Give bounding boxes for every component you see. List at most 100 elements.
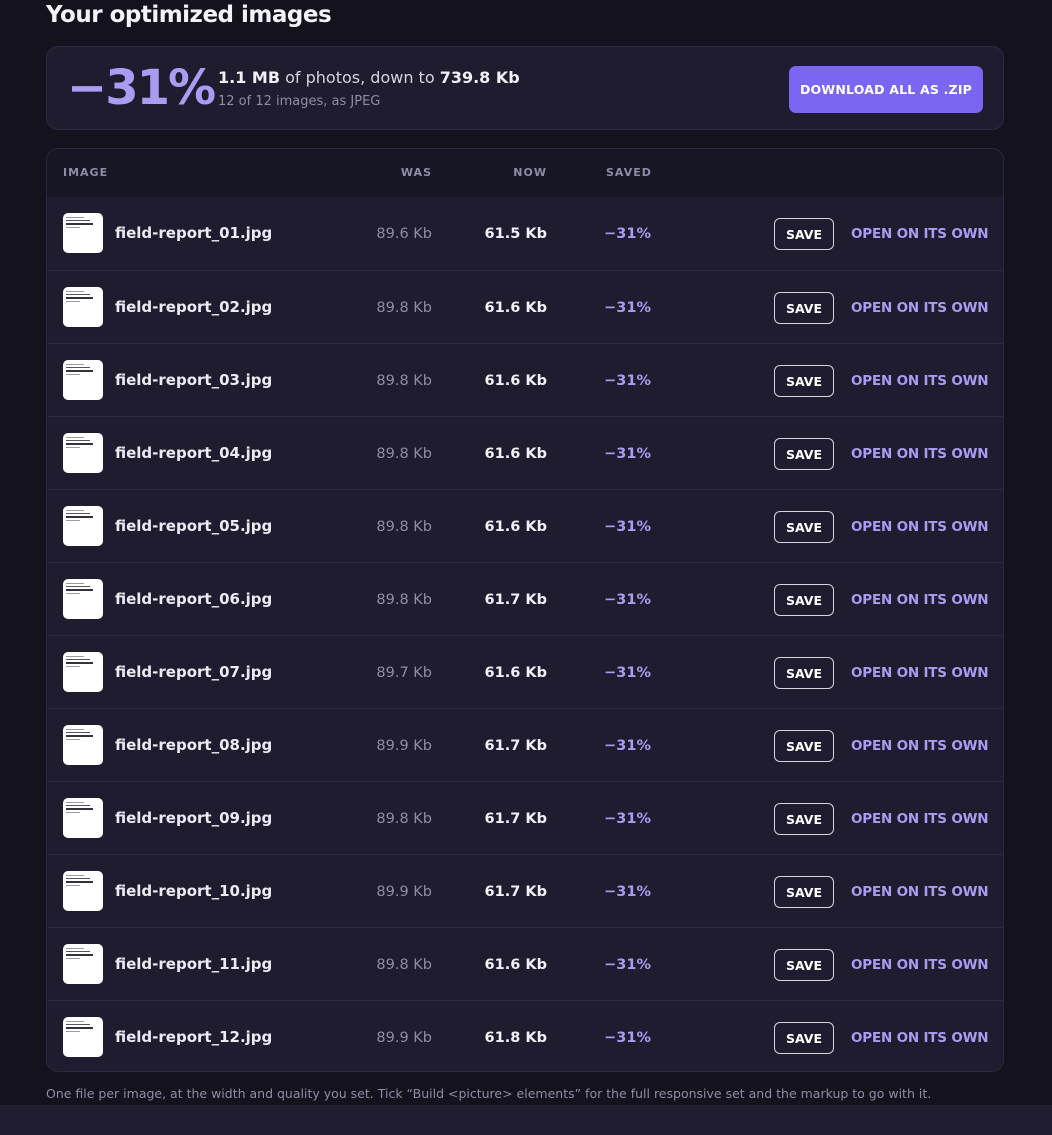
save-button[interactable]: SAVE (774, 438, 834, 470)
column-header-saved: SAVED (606, 166, 652, 179)
saved-percent-cell: −31% (604, 446, 651, 462)
table-row: field-report_11.jpg 89.8 Kb 61.6 Kb −31% SAV… (47, 927, 1003, 1000)
original-size-cell: 89.8 Kb (376, 811, 432, 827)
file-name: field-report_05.jpg (115, 517, 273, 535)
open-on-its-own-link[interactable]: OPEN ON ITS OWN (851, 883, 989, 901)
original-size: 1.1 MB (218, 68, 281, 87)
file-name: field-report_08.jpg (115, 736, 273, 754)
file-name: field-report_11.jpg (115, 955, 273, 973)
image-thumbnail-icon (63, 725, 103, 765)
original-size-cell: 89.7 Kb (376, 665, 432, 681)
original-size-cell: 89.9 Kb (376, 1030, 432, 1046)
original-size-cell: 89.9 Kb (376, 884, 432, 900)
table-row: field-report_07.jpg 89.7 Kb 61.6 Kb −31% SAV… (47, 635, 1003, 708)
open-on-its-own-link[interactable]: OPEN ON ITS OWN (851, 591, 989, 609)
save-button[interactable]: SAVE (774, 730, 834, 762)
original-size-cell: 89.9 Kb (376, 738, 432, 754)
table-row: field-report_02.jpg 89.8 Kb 61.6 Kb −31% SAV… (47, 270, 1003, 343)
file-name: field-report_12.jpg (115, 1028, 273, 1046)
total-savings-percent: −31% (67, 60, 216, 116)
new-size-cell: 61.7 Kb (484, 738, 547, 754)
save-button[interactable]: SAVE (774, 803, 834, 835)
summary-text-mid: of photos, down to (280, 68, 440, 87)
open-on-its-own-link[interactable]: OPEN ON ITS OWN (851, 225, 989, 243)
table-row: field-report_05.jpg 89.8 Kb 61.6 Kb −31% SAV… (47, 489, 1003, 562)
new-size-cell: 61.7 Kb (484, 592, 547, 608)
open-on-its-own-link[interactable]: OPEN ON ITS OWN (851, 518, 989, 536)
table-row: field-report_06.jpg 89.8 Kb 61.7 Kb −31% SAV… (47, 562, 1003, 635)
new-size: 739.8 Kb (439, 68, 520, 87)
new-size-cell: 61.6 Kb (484, 665, 547, 681)
save-button[interactable]: SAVE (774, 365, 834, 397)
file-name: field-report_01.jpg (115, 224, 273, 242)
new-size-cell: 61.7 Kb (484, 884, 547, 900)
save-button[interactable]: SAVE (774, 876, 834, 908)
results-table: IMAGE WAS NOW SAVED field-report_01.jpg 8… (46, 148, 1004, 1072)
saved-percent-cell: −31% (604, 373, 651, 389)
save-button[interactable]: SAVE (774, 584, 834, 616)
image-thumbnail-icon (63, 287, 103, 327)
table-row: field-report_04.jpg 89.8 Kb 61.6 Kb −31% SAV… (47, 416, 1003, 489)
open-on-its-own-link[interactable]: OPEN ON ITS OWN (851, 299, 989, 317)
saved-percent-cell: −31% (604, 226, 651, 242)
open-on-its-own-link[interactable]: OPEN ON ITS OWN (851, 664, 989, 682)
saved-percent-cell: −31% (604, 592, 651, 608)
footnote: One file per image, at the width and qua… (46, 1086, 932, 1101)
save-button[interactable]: SAVE (774, 511, 834, 543)
original-size-cell: 89.6 Kb (376, 226, 432, 242)
open-on-its-own-link[interactable]: OPEN ON ITS OWN (851, 956, 989, 974)
page: Your optimized images −31% 1.1 MB of pho… (0, 0, 1052, 1105)
saved-percent-cell: −31% (604, 665, 651, 681)
image-thumbnail-icon (63, 652, 103, 692)
original-size-cell: 89.8 Kb (376, 957, 432, 973)
summary-card: −31% 1.1 MB of photos, down to 739.8 Kb … (46, 46, 1004, 130)
save-button[interactable]: SAVE (774, 218, 834, 250)
column-header-now: NOW (513, 166, 547, 179)
file-name: field-report_09.jpg (115, 809, 273, 827)
new-size-cell: 61.6 Kb (484, 957, 547, 973)
open-on-its-own-link[interactable]: OPEN ON ITS OWN (851, 810, 989, 828)
new-size-cell: 61.6 Kb (484, 300, 547, 316)
file-name: field-report_07.jpg (115, 663, 273, 681)
original-size-cell: 89.8 Kb (376, 446, 432, 462)
file-name: field-report_02.jpg (115, 298, 273, 316)
saved-percent-cell: −31% (604, 884, 651, 900)
bottom-strip (0, 1105, 1052, 1135)
new-size-cell: 61.8 Kb (484, 1030, 547, 1046)
save-button[interactable]: SAVE (774, 949, 834, 981)
original-size-cell: 89.8 Kb (376, 373, 432, 389)
summary-detail: 12 of 12 images, as JPEG (218, 94, 381, 109)
save-button[interactable]: SAVE (774, 292, 834, 324)
open-on-its-own-link[interactable]: OPEN ON ITS OWN (851, 737, 989, 755)
saved-percent-cell: −31% (604, 738, 651, 754)
file-name: field-report_06.jpg (115, 590, 273, 608)
open-on-its-own-link[interactable]: OPEN ON ITS OWN (851, 372, 989, 390)
save-button[interactable]: SAVE (774, 657, 834, 689)
table-body: field-report_01.jpg 89.6 Kb 61.5 Kb −31% SAV… (47, 197, 1003, 1071)
image-thumbnail-icon (63, 213, 103, 253)
new-size-cell: 61.6 Kb (484, 373, 547, 389)
download-all-zip-button[interactable]: DOWNLOAD ALL AS .ZIP (789, 66, 983, 113)
image-thumbnail-icon (63, 798, 103, 838)
table-header: IMAGE WAS NOW SAVED (47, 149, 1003, 197)
saved-percent-cell: −31% (604, 519, 651, 535)
image-thumbnail-icon (63, 579, 103, 619)
saved-percent-cell: −31% (604, 957, 651, 973)
image-thumbnail-icon (63, 433, 103, 473)
image-thumbnail-icon (63, 506, 103, 546)
table-row: field-report_03.jpg 89.8 Kb 61.6 Kb −31% SAV… (47, 343, 1003, 416)
new-size-cell: 61.5 Kb (484, 226, 547, 242)
page-title: Your optimized images (46, 2, 332, 28)
saved-percent-cell: −31% (604, 811, 651, 827)
open-on-its-own-link[interactable]: OPEN ON ITS OWN (851, 1029, 989, 1047)
table-row: field-report_09.jpg 89.8 Kb 61.7 Kb −31% SAV… (47, 781, 1003, 854)
table-row: field-report_01.jpg 89.6 Kb 61.5 Kb −31% SAV… (47, 197, 1003, 270)
image-thumbnail-icon (63, 1017, 103, 1057)
column-header-was: WAS (400, 166, 432, 179)
image-thumbnail-icon (63, 944, 103, 984)
open-on-its-own-link[interactable]: OPEN ON ITS OWN (851, 445, 989, 463)
new-size-cell: 61.6 Kb (484, 519, 547, 535)
new-size-cell: 61.7 Kb (484, 811, 547, 827)
file-name: field-report_03.jpg (115, 371, 273, 389)
save-button[interactable]: SAVE (774, 1022, 834, 1054)
